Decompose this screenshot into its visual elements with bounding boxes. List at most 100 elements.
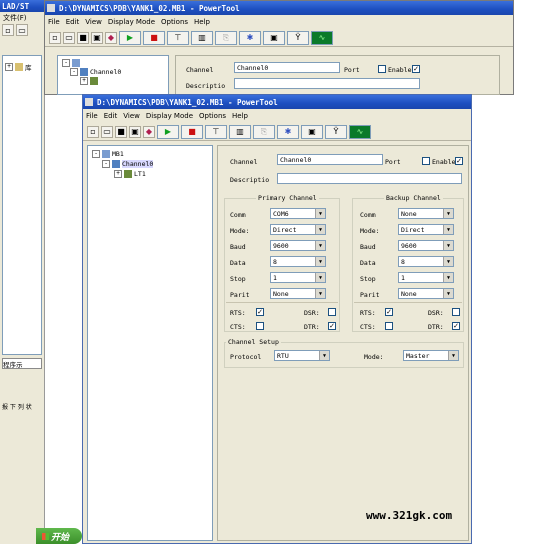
network-icon[interactable]: ⊤ [167, 30, 189, 45]
back-tree-channel[interactable]: - Channel0 [70, 68, 121, 76]
save-icon[interactable]: ■ [115, 125, 127, 138]
back-menu-view[interactable]: View [82, 18, 105, 26]
config-icon[interactable]: ✱ [239, 30, 261, 45]
back-left-tree-item[interactable]: + 库 [5, 62, 32, 72]
primary-cts-checkbox[interactable] [256, 322, 264, 330]
backup-2-select[interactable]: 9600 ▼ [398, 240, 454, 251]
primary-dsr-checkbox[interactable] [328, 308, 336, 316]
backup-rts-checkbox[interactable]: ✓ [385, 308, 393, 316]
backup-4-label: Stop [360, 275, 376, 283]
wave-icon[interactable]: ∿ [311, 30, 333, 45]
signal-icon[interactable]: Ϋ [325, 124, 347, 139]
tree-root[interactable]: - MB1 [92, 150, 124, 158]
channel-form: Channel Channel0 Port Enable ✓ Descripti… [217, 145, 469, 541]
download-icon[interactable]: ◆ [105, 31, 117, 44]
signal-icon[interactable]: Ϋ [287, 30, 309, 45]
new-icon[interactable]: ▫ [49, 31, 61, 44]
new-icon[interactable]: ▫ [87, 125, 99, 138]
chevron-down-icon: ▼ [443, 257, 453, 266]
channel-icon [80, 68, 88, 76]
stop-icon[interactable]: ■ [143, 30, 165, 45]
backup-4-select[interactable]: 1 ▼ [398, 272, 454, 283]
module-icon [90, 77, 98, 85]
back-port-label: Port [344, 66, 360, 74]
backup-dtr-checkbox[interactable]: ✓ [452, 322, 460, 330]
open-icon[interactable]: ▭ [101, 125, 113, 138]
backup-dsr-checkbox[interactable] [452, 308, 460, 316]
primary-5-select[interactable]: None ▼ [270, 288, 326, 299]
back-menu-help[interactable]: Help [191, 18, 213, 26]
back-menu-edit[interactable]: Edit [63, 18, 83, 26]
primary-divider [226, 302, 338, 303]
chart-icon[interactable]: ▥ [191, 30, 213, 45]
tree-channel[interactable]: - Channel0 [102, 160, 154, 168]
backup-1-select[interactable]: Direct ▼ [398, 224, 454, 235]
open-icon[interactable]: ▭ [63, 31, 75, 44]
primary-dtr-checkbox[interactable]: ✓ [328, 322, 336, 330]
copy-icon[interactable]: ⎘ [215, 30, 237, 45]
port-checkbox[interactable] [422, 157, 430, 165]
chevron-down-icon: ▼ [443, 225, 453, 234]
primary-rts-checkbox[interactable]: ✓ [256, 308, 264, 316]
primary-dtr-label: DTR: [304, 323, 320, 331]
backup-3-select[interactable]: 8 ▼ [398, 256, 454, 267]
start-button[interactable]: 开始 [36, 528, 82, 544]
back-channel-field[interactable]: Channel0 [234, 62, 340, 73]
back-tree-lt[interactable]: + [80, 77, 98, 85]
save-all-icon[interactable]: ▣ [91, 31, 103, 44]
menu-edit[interactable]: Edit [101, 112, 121, 120]
channel-name-field[interactable]: Channel0 [277, 154, 383, 165]
wave-icon[interactable]: ∿ [349, 124, 371, 139]
primary-2-select[interactable]: 9600 ▼ [270, 240, 326, 251]
menu-display-mode[interactable]: Display Mode [143, 112, 196, 120]
tree-lt[interactable]: + LT1 [114, 170, 146, 178]
menu-options[interactable]: Options [196, 112, 229, 120]
download-icon[interactable]: ◆ [143, 125, 155, 138]
chart-icon[interactable]: ▥ [229, 124, 251, 139]
run-icon[interactable]: ▶ [119, 30, 141, 45]
save-icon[interactable]: ■ [77, 31, 89, 44]
back-menu-display[interactable]: Display Mode [105, 18, 158, 26]
menu-view[interactable]: View [120, 112, 143, 120]
new-icon[interactable]: ▫ [2, 24, 14, 36]
window-icon[interactable]: ▣ [263, 30, 285, 45]
primary-5-label: Parit [230, 291, 250, 299]
stop-icon[interactable]: ■ [181, 124, 203, 139]
menu-file[interactable]: File [83, 112, 101, 120]
save-all-icon[interactable]: ▣ [129, 125, 141, 138]
primary-0-select[interactable]: COM6 ▼ [270, 208, 326, 219]
description-field[interactable] [277, 173, 462, 184]
back-left-tree: + 库 [2, 55, 42, 355]
backup-cts-checkbox[interactable] [385, 322, 393, 330]
menu-help[interactable]: Help [229, 112, 251, 120]
back-port-checkbox[interactable] [378, 65, 386, 73]
back-left-tab[interactable]: 程序示 [2, 358, 42, 369]
back-channel-label: Channel [186, 66, 214, 74]
open-icon[interactable]: ▭ [16, 24, 28, 36]
config-icon[interactable]: ✱ [277, 124, 299, 139]
copy-icon[interactable]: ⎘ [253, 124, 275, 139]
backup-5-select[interactable]: None ▼ [398, 288, 454, 299]
primary-4-select[interactable]: 1 ▼ [270, 272, 326, 283]
back-menu-options[interactable]: Options [158, 18, 191, 26]
back-enable-checkbox[interactable]: ✓ [412, 65, 420, 73]
window-icon[interactable]: ▣ [301, 124, 323, 139]
back-menu-file[interactable]: File [45, 18, 63, 26]
primary-3-select[interactable]: 8 ▼ [270, 256, 326, 267]
back-description-field[interactable] [234, 78, 420, 89]
back-tree: - - Channel0 + [57, 55, 169, 95]
back-left-window: LAD/ST 文件(F) ▫ ▭ + 库 程序示 报 下 列 状 开始 [0, 0, 82, 544]
run-icon[interactable]: ▶ [157, 124, 179, 139]
protocol-select[interactable]: RTU ▼ [274, 350, 330, 361]
enable-checkbox[interactable]: ✓ [455, 157, 463, 165]
device-icon [72, 59, 80, 67]
backup-0-select[interactable]: None ▼ [398, 208, 454, 219]
app-icon [47, 4, 55, 12]
back-tree-root[interactable]: - [62, 59, 80, 67]
primary-3-value: 8 [273, 258, 277, 266]
primary-1-select[interactable]: Direct ▼ [270, 224, 326, 235]
network-icon[interactable]: ⊤ [205, 124, 227, 139]
back-left-menu-file[interactable]: 文件(F) [0, 13, 30, 23]
mode-select[interactable]: Master ▼ [403, 350, 459, 361]
back-powertool-window: D:\DYNAMICS\PDB\YANK1_02.MB1 - PowerTool… [44, 0, 514, 95]
